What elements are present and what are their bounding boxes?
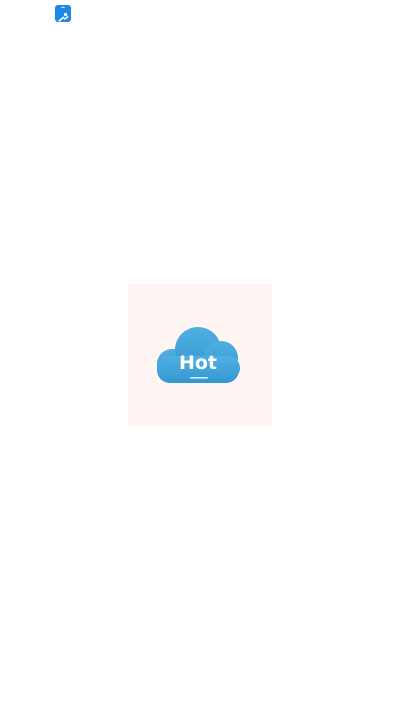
cloud-logo-icon: Hot: [157, 327, 240, 383]
app-notification-icon: ▪▪: [55, 5, 71, 22]
logo-word: Hot: [179, 352, 217, 374]
splash-screen: ▪▪ Hot: [0, 0, 400, 711]
cloud-tagline-mark: [190, 377, 208, 379]
splash-logo-tile: Hot: [128, 284, 272, 427]
app-notification-icon-glyph: ▪▪: [61, 5, 65, 11]
app-notification-icon-figure: [58, 12, 69, 22]
